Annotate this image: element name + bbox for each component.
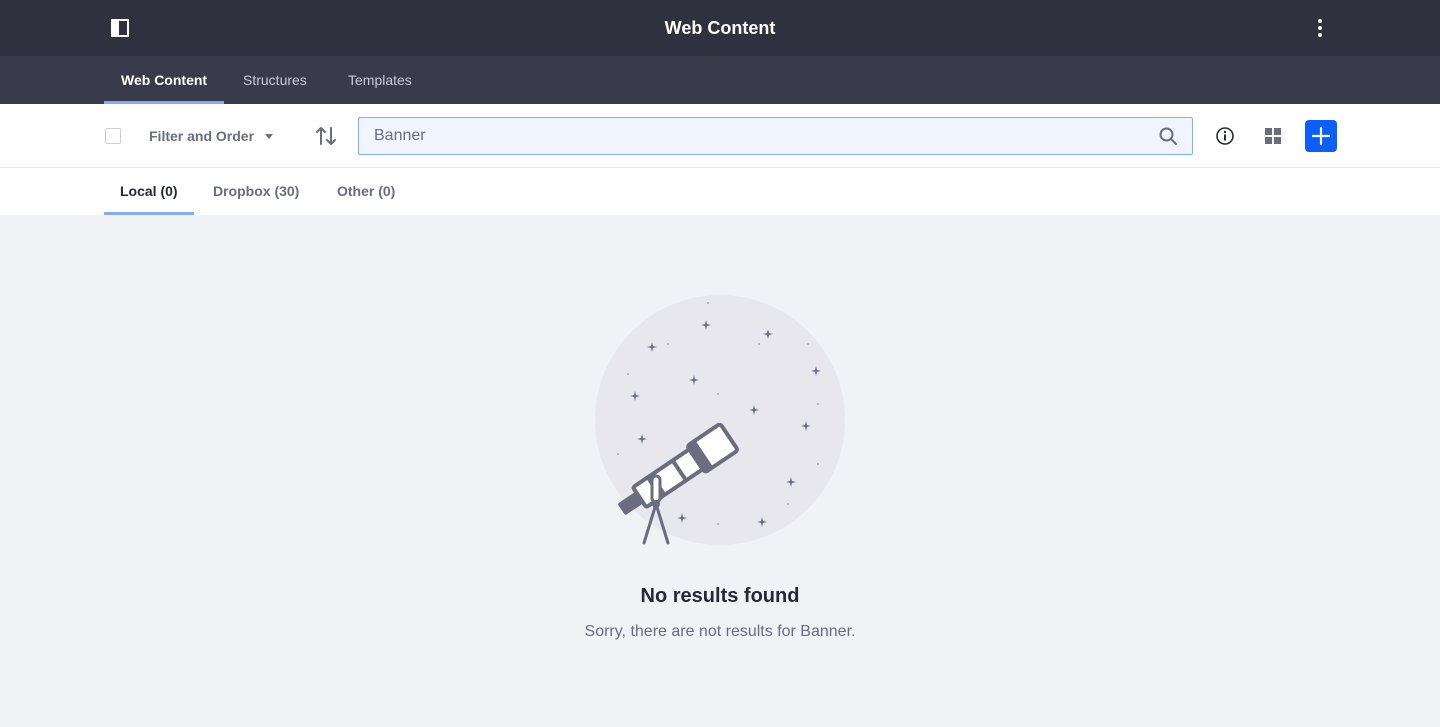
- sidebar-toggle-icon[interactable]: [111, 19, 129, 37]
- tab-templates[interactable]: Templates: [331, 56, 429, 104]
- search-icon[interactable]: [1159, 127, 1177, 145]
- caret-down-icon: [265, 133, 274, 139]
- filter-and-order-label: Filter and Order: [149, 128, 255, 144]
- repository-tabs: Local (0) Dropbox (30) Other (0): [0, 168, 1440, 215]
- page-title: Web Content: [664, 18, 776, 38]
- search-box: [358, 117, 1193, 155]
- search-input[interactable]: [374, 118, 1144, 154]
- tab-structures[interactable]: Structures: [226, 56, 324, 104]
- tab-other[interactable]: Other (0): [321, 168, 411, 215]
- ellipsis-v-icon[interactable]: [1308, 16, 1332, 40]
- select-all-checkbox[interactable]: [105, 128, 121, 144]
- tab-local[interactable]: Local (0): [104, 168, 194, 215]
- info-circle-icon[interactable]: [1215, 126, 1235, 146]
- filter-and-order-dropdown[interactable]: Filter and Order: [149, 126, 274, 146]
- tab-web-content[interactable]: Web Content: [104, 56, 225, 104]
- cards-grid-icon[interactable]: [1264, 127, 1282, 145]
- order-arrow-icon[interactable]: [315, 125, 337, 147]
- nav-tabs: Web Content Structures Templates: [0, 56, 1440, 104]
- empty-state-description: Sorry, there are not results for Banner.: [584, 623, 856, 640]
- top-header: Web Content: [0, 0, 1440, 56]
- tab-dropbox[interactable]: Dropbox (30): [197, 168, 315, 215]
- telescope-illustration: [595, 295, 845, 545]
- add-button[interactable]: [1305, 120, 1337, 152]
- plus-icon: [1311, 126, 1331, 146]
- empty-state-title: No results found: [640, 585, 800, 607]
